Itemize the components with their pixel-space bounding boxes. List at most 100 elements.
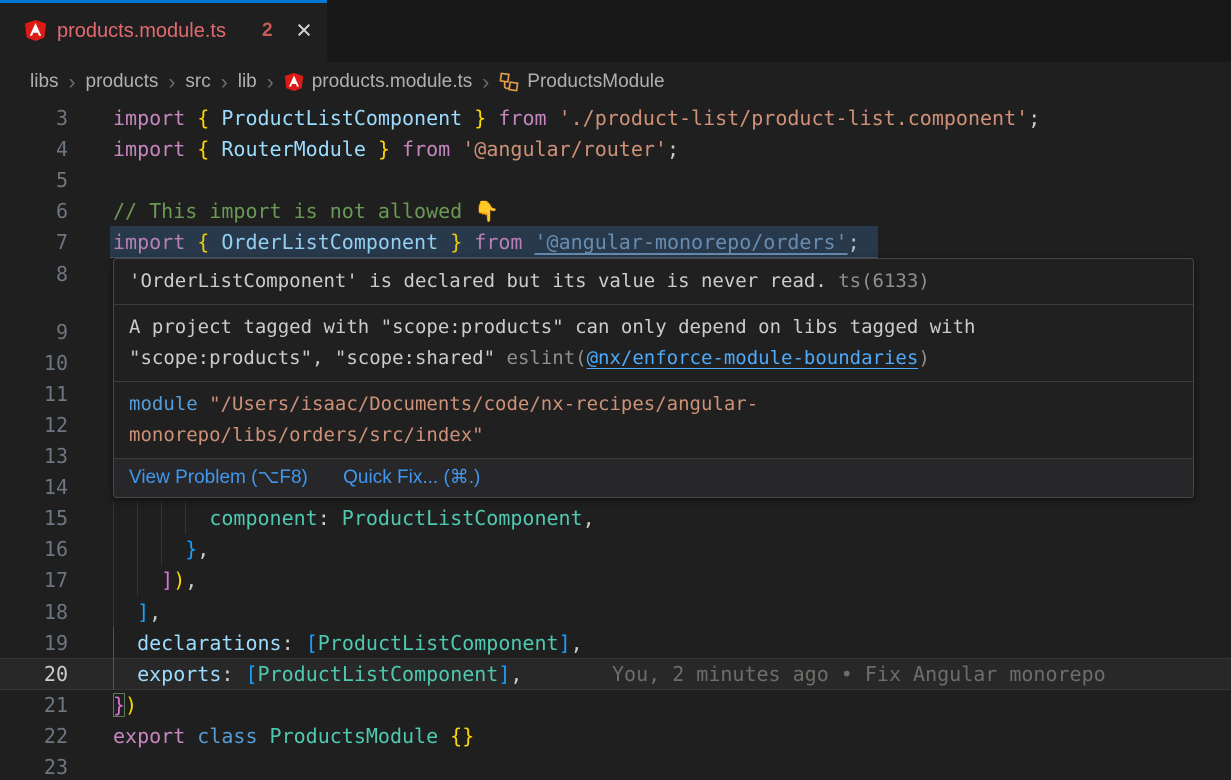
line-number[interactable]: 7 xyxy=(0,226,68,258)
line-number[interactable]: 16 xyxy=(0,533,68,565)
line-number[interactable]: 11 xyxy=(0,378,68,410)
quick-fix-action[interactable]: Quick Fix... (⌘.) xyxy=(343,467,480,488)
line-number[interactable]: 23 xyxy=(0,751,68,780)
line-number[interactable]: 17 xyxy=(0,564,68,596)
token: , xyxy=(185,568,197,592)
breadcrumb-item-symbol[interactable]: ProductsModule xyxy=(527,71,664,93)
token: import xyxy=(113,230,197,254)
code-text: export class ProductsModule {} xyxy=(113,720,474,752)
editor[interactable]: 3import { ProductListComponent } from '.… xyxy=(0,102,1231,780)
chevron-right-icon: › xyxy=(69,73,76,92)
angular-icon xyxy=(24,19,47,42)
code-line[interactable]: 7import { OrderListComponent } from '@an… xyxy=(0,226,1231,258)
line-number[interactable]: 15 xyxy=(0,502,68,534)
token: {} xyxy=(450,724,474,748)
eslint-rule-link[interactable]: @nx/enforce-module-boundaries xyxy=(587,347,919,369)
line-number[interactable]: 10 xyxy=(0,347,68,379)
token xyxy=(462,230,474,254)
view-problem-action[interactable]: View Problem (⌥F8) xyxy=(129,467,308,488)
token: '@angular/router' xyxy=(462,137,667,161)
hover-ts-diagnostic: 'OrderListComponent' is declared but its… xyxy=(114,259,1193,305)
code-line[interactable]: 23 xyxy=(0,751,1231,780)
line-number[interactable]: 3 xyxy=(0,102,68,134)
line-number[interactable]: 22 xyxy=(0,720,68,752)
token: { xyxy=(197,230,221,254)
chevron-right-icon: › xyxy=(482,73,489,92)
breadcrumb-item-libs[interactable]: libs xyxy=(30,71,59,93)
code-line[interactable]: 17 ]), xyxy=(0,564,1231,596)
token: { xyxy=(197,137,221,161)
chevron-right-icon: › xyxy=(221,73,228,92)
token: ] xyxy=(137,600,149,624)
token: ProductListComponent xyxy=(221,106,462,130)
line-number[interactable]: 9 xyxy=(0,316,68,348)
token xyxy=(113,506,209,530)
hover-eslint-diagnostic: A project tagged with "scope:products" c… xyxy=(114,305,1193,382)
token: export xyxy=(113,724,197,748)
token: from xyxy=(474,230,534,254)
line-number[interactable]: 12 xyxy=(0,409,68,441)
line-number[interactable]: 4 xyxy=(0,133,68,165)
code-line[interactable]: 21}) xyxy=(0,689,1231,721)
token: : xyxy=(221,662,245,686)
breadcrumb-item-src[interactable]: src xyxy=(185,71,210,93)
tab-problems-badge: 2 xyxy=(262,0,273,62)
line-number[interactable]: 20 xyxy=(0,658,68,690)
token: component xyxy=(209,506,317,530)
line-number[interactable]: 13 xyxy=(0,440,68,472)
token: RouterModule xyxy=(221,137,366,161)
token: '@angular-monorepo/orders' xyxy=(535,230,848,254)
code-line[interactable]: 20 exports: [ProductListComponent], You, … xyxy=(0,658,1231,690)
line-number[interactable]: 14 xyxy=(0,471,68,503)
tab-products-module[interactable]: products.module.ts 2 × xyxy=(0,0,327,62)
code-text: declarations: [ProductListComponent], xyxy=(113,627,583,659)
token: ) xyxy=(173,568,185,592)
code-line[interactable]: 22 export class ProductsModule {} xyxy=(0,720,1231,752)
token: } xyxy=(185,537,197,561)
module-keyword: module xyxy=(129,393,198,415)
code-line[interactable]: 19 declarations: [ProductListComponent], xyxy=(0,627,1231,659)
line-number[interactable]: 6 xyxy=(0,195,68,227)
chevron-right-icon: › xyxy=(168,73,175,92)
line-number[interactable]: 8 xyxy=(0,258,68,290)
token xyxy=(438,724,450,748)
breadcrumb-item-file[interactable]: products.module.ts xyxy=(312,71,473,93)
breadcrumb: libs › products › src › lib › products.m… xyxy=(0,62,1231,102)
token: ProductListComponent xyxy=(258,662,499,686)
token: ) xyxy=(125,693,137,717)
breadcrumb-item-lib[interactable]: lib xyxy=(238,71,257,93)
code-line[interactable]: 4import { RouterModule } from '@angular/… xyxy=(0,133,1231,165)
code-text: ]), xyxy=(113,564,197,596)
close-icon[interactable]: × xyxy=(288,15,320,47)
token: import xyxy=(113,137,197,161)
code-text: }) xyxy=(113,689,137,721)
token: class xyxy=(197,724,269,748)
angular-icon xyxy=(284,72,304,92)
code-text: // This import is not allowed 👇 xyxy=(113,195,499,227)
token: , xyxy=(149,600,161,624)
token: } xyxy=(474,106,486,130)
line-number[interactable]: 18 xyxy=(0,596,68,628)
code-line[interactable]: 5 xyxy=(0,164,1231,196)
token: , xyxy=(510,662,522,686)
hover-eslint-source: eslint( xyxy=(507,347,587,369)
line-number[interactable]: 5 xyxy=(0,164,68,196)
code-line[interactable]: 6 // This import is not allowed 👇 xyxy=(0,195,1231,227)
token: [ xyxy=(245,662,257,686)
code-text: exports: [ProductListComponent], xyxy=(113,658,522,690)
code-line[interactable]: 16 }, xyxy=(0,533,1231,565)
token: ] xyxy=(498,662,510,686)
code-line[interactable]: 15 component: ProductListComponent, xyxy=(0,502,1231,534)
token xyxy=(390,137,402,161)
token: ProductsModule xyxy=(270,724,439,748)
code-line[interactable]: 18 ], xyxy=(0,596,1231,628)
breadcrumb-item-products[interactable]: products xyxy=(86,71,159,93)
git-blame-annotation: You, 2 minutes ago • Fix Angular monorep… xyxy=(612,658,1106,690)
token xyxy=(113,600,137,624)
line-number[interactable]: 19 xyxy=(0,627,68,659)
hover-eslint-line1: A project tagged with "scope:products" c… xyxy=(129,316,975,338)
line-number[interactable]: 21 xyxy=(0,689,68,721)
token: , xyxy=(583,506,595,530)
code-line[interactable]: 3import { ProductListComponent } from '.… xyxy=(0,102,1231,134)
hover-eslint-line2: "scope:products", "scope:shared" xyxy=(129,347,507,369)
